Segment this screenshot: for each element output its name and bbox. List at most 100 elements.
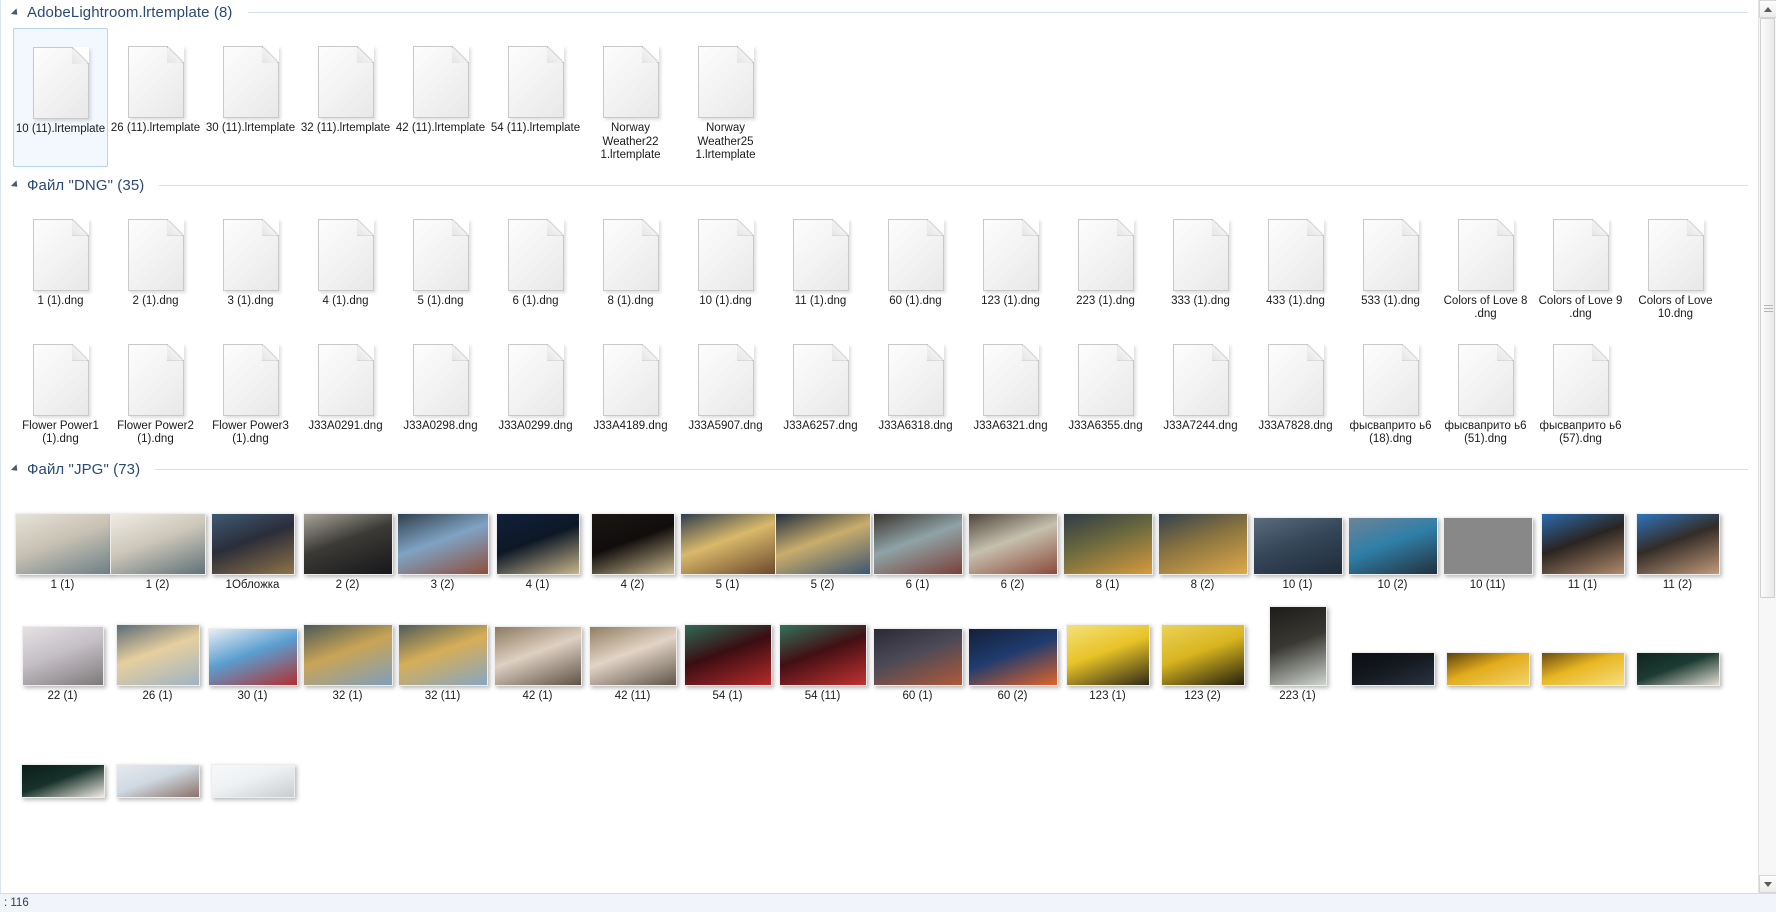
group-header-dng[interactable]: Файл "DNG" (35) — [1, 173, 1758, 197]
file-tile[interactable]: 5 (2) — [774, 485, 871, 597]
file-tile[interactable]: 42 (11).lrtemplate — [393, 28, 488, 167]
file-tile[interactable]: 26 (11).lrtemplate — [108, 28, 203, 167]
file-tile[interactable]: 54 (1) — [680, 596, 775, 708]
file-tile[interactable]: J33A6257.dng — [773, 326, 868, 451]
file-tile[interactable]: J33A5907.dng — [678, 326, 773, 451]
file-tile[interactable]: 4 (2) — [585, 485, 680, 597]
file-tile[interactable]: 1 (1) — [14, 485, 111, 597]
file-tile[interactable]: 8 (1).dng — [583, 201, 678, 326]
scrollbar-thumb[interactable] — [1760, 18, 1775, 598]
file-tile[interactable]: Flower Power1 (1).dng — [13, 326, 108, 451]
thumbnail-container — [602, 330, 659, 416]
scrollbar-track[interactable] — [1759, 18, 1776, 875]
file-tile[interactable]: 30 (11).lrtemplate — [203, 28, 298, 167]
file-tile[interactable]: 54 (11).lrtemplate — [488, 28, 583, 167]
thumbnail-container — [222, 205, 279, 291]
file-tile[interactable]: 4 (1).dng — [298, 201, 393, 326]
file-tile-partial[interactable] — [110, 708, 205, 806]
file-tile[interactable]: 42 (1) — [490, 596, 585, 708]
file-tile[interactable]: Colors of Love 9 .dng — [1533, 201, 1628, 326]
file-tile[interactable]: 223 (1).dng — [1058, 201, 1153, 326]
file-tile[interactable]: Flower Power3 (1).dng — [203, 326, 298, 451]
file-tile[interactable]: 11 (1).dng — [773, 201, 868, 326]
file-tile[interactable]: 1Обложка — [205, 485, 300, 597]
scroll-down-button[interactable] — [1759, 875, 1776, 893]
file-tile[interactable]: 32 (11) — [395, 596, 490, 708]
file-tile[interactable]: 60 (1).dng — [868, 201, 963, 326]
file-tile[interactable]: 60 (2) — [965, 596, 1060, 708]
file-tile[interactable]: J33A0299.dng — [488, 326, 583, 451]
file-tile-partial[interactable] — [1535, 596, 1630, 708]
group-header-lrtemplate[interactable]: AdobeLightroom.lrtemplate (8) — [1, 0, 1758, 24]
file-tile-partial[interactable] — [1630, 596, 1725, 708]
collapse-triangle-icon[interactable] — [10, 7, 21, 18]
file-tile-partial[interactable] — [1345, 596, 1440, 708]
file-tile[interactable]: 4 (1) — [490, 485, 585, 597]
file-tile[interactable]: 10 (11).lrtemplate — [13, 28, 108, 167]
file-tile[interactable]: 26 (1) — [110, 596, 205, 708]
file-tile-partial[interactable] — [205, 708, 300, 806]
file-tile[interactable]: 5 (1) — [679, 485, 776, 597]
collapse-triangle-icon[interactable] — [10, 464, 21, 474]
file-tile[interactable]: Norway Weather25 1.lrtemplate — [678, 28, 773, 167]
file-tile[interactable]: 123 (1).dng — [963, 201, 1058, 326]
file-tile[interactable]: 10 (11) — [1440, 485, 1535, 597]
file-tile[interactable]: фысваприто ь6 (51).dng — [1438, 326, 1533, 451]
file-tile[interactable]: 11 (2) — [1630, 485, 1725, 597]
file-tile[interactable]: 6 (2) — [965, 485, 1060, 597]
file-tile[interactable]: J33A7244.dng — [1153, 326, 1248, 451]
file-tile[interactable]: J33A6318.dng — [868, 326, 963, 451]
file-tile[interactable]: 6 (1) — [870, 485, 965, 597]
file-tile[interactable]: 10 (1) — [1250, 485, 1345, 597]
file-tile[interactable]: 5 (1).dng — [393, 201, 488, 326]
thumbnail-container — [1160, 600, 1245, 686]
file-tile[interactable]: 533 (1).dng — [1343, 201, 1438, 326]
file-tile[interactable]: 433 (1).dng — [1248, 201, 1343, 326]
scroll-up-button[interactable] — [1759, 0, 1776, 18]
file-tile[interactable]: 60 (1) — [870, 596, 965, 708]
file-tile[interactable]: J33A6355.dng — [1058, 326, 1153, 451]
file-name-label: 54 (11).lrtemplate — [490, 122, 581, 134]
file-tile-partial[interactable] — [15, 708, 110, 806]
file-tile[interactable]: 123 (2) — [1155, 596, 1250, 708]
file-tile[interactable]: 8 (1) — [1060, 485, 1155, 597]
file-tile[interactable]: J33A0298.dng — [393, 326, 488, 451]
file-tile[interactable]: Norway Weather22 1.lrtemplate — [583, 28, 678, 167]
file-tile[interactable]: 10 (1).dng — [678, 201, 773, 326]
file-tile[interactable]: Colors of Love 10.dng — [1628, 201, 1723, 326]
file-tile[interactable]: J33A4189.dng — [583, 326, 678, 451]
file-tile[interactable]: J33A6321.dng — [963, 326, 1058, 451]
file-tile-partial[interactable] — [1440, 596, 1535, 708]
file-tile[interactable]: 32 (1) — [300, 596, 395, 708]
file-name-label: 2 (1).dng — [132, 294, 179, 307]
file-tile[interactable]: 6 (1).dng — [488, 201, 583, 326]
file-tile[interactable]: 22 (1) — [15, 596, 110, 708]
file-tile[interactable]: 42 (11) — [585, 596, 680, 708]
collapse-triangle-icon[interactable] — [10, 180, 21, 190]
group-header-jpg[interactable]: Файл "JPG" (73) — [1, 457, 1758, 481]
thumbnail-container — [982, 205, 1039, 291]
file-tile[interactable]: Colors of Love 8 .dng — [1438, 201, 1533, 326]
file-tile[interactable]: 2 (2) — [300, 485, 395, 597]
file-tile[interactable]: 10 (2) — [1345, 485, 1440, 597]
file-tile[interactable]: 1 (1).dng — [13, 201, 108, 326]
file-tile[interactable]: 1 (2) — [109, 485, 206, 597]
file-tile[interactable]: 2 (1).dng — [108, 201, 203, 326]
file-tile[interactable]: 3 (2) — [395, 485, 490, 597]
file-tile[interactable]: 54 (11) — [775, 596, 870, 708]
file-tile[interactable]: 223 (1) — [1250, 596, 1345, 708]
file-tile[interactable]: 123 (1) — [1060, 596, 1155, 708]
file-tile[interactable]: J33A7828.dng — [1248, 326, 1343, 451]
file-tile[interactable]: J33A0291.dng — [298, 326, 393, 451]
file-tile[interactable]: фысваприто ь6 (57).dng — [1533, 326, 1628, 451]
file-tile[interactable]: 333 (1).dng — [1153, 201, 1248, 326]
vertical-scrollbar[interactable] — [1758, 0, 1776, 893]
file-list-pane[interactable]: AdobeLightroom.lrtemplate (8) 10 (11).lr… — [0, 0, 1758, 893]
file-tile[interactable]: Flower Power2 (1).dng — [108, 326, 203, 451]
file-tile[interactable]: 11 (1) — [1535, 485, 1630, 597]
file-tile[interactable]: фысваприто ь6 (18).dng — [1343, 326, 1438, 451]
file-tile[interactable]: 3 (1).dng — [203, 201, 298, 326]
file-tile[interactable]: 8 (2) — [1155, 485, 1250, 597]
file-tile[interactable]: 30 (1) — [205, 596, 300, 708]
file-tile[interactable]: 32 (11).lrtemplate — [298, 28, 393, 167]
